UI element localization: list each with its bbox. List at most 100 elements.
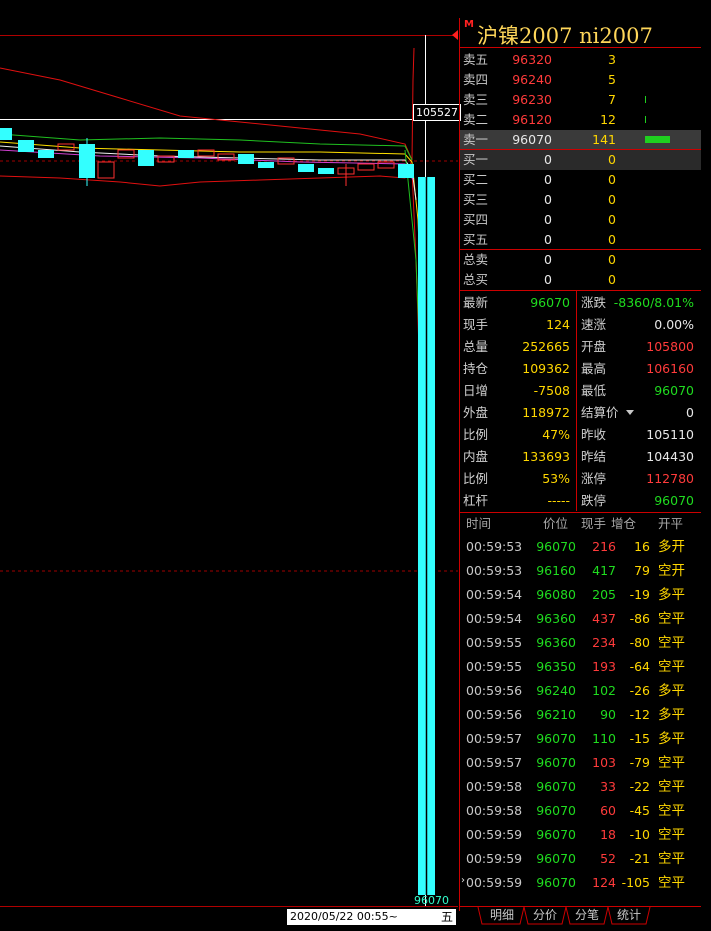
tick-change: -86: [629, 611, 650, 626]
tab-detail[interactable]: 明细: [480, 907, 524, 924]
stat-stats_right-6: 昨收 105110: [578, 424, 700, 446]
instrument-title: 沪镍2007 ni2007: [477, 24, 653, 48]
ticks-header-time: 时间: [466, 516, 492, 531]
tick-row[interactable]: 00:59:54 96080 205 -19 多平: [460, 583, 701, 607]
tick-volume: 417: [592, 563, 616, 578]
stat-label: 昨收: [581, 427, 607, 442]
market-marker: M: [464, 19, 474, 30]
tick-change: -19: [629, 587, 650, 602]
candle: [178, 150, 194, 158]
ticks-header: 时间 价位 现手 增仓 开平: [460, 512, 701, 536]
ask-row[interactable]: 卖二 96120 12: [460, 110, 701, 130]
ask-row[interactable]: 卖一 96070 141: [460, 130, 701, 150]
panel-collapse-icon[interactable]: [452, 30, 458, 40]
stat-label: 外盘: [463, 405, 489, 420]
stat-stats_left-8: 比例 53%: [460, 468, 576, 490]
settle-price-dropdown-icon[interactable]: [626, 410, 634, 415]
tick-volume: 437: [592, 611, 616, 626]
bid-row[interactable]: 买五 0 0: [460, 230, 701, 250]
row-volume: 141: [592, 132, 616, 147]
row-volume: 0: [608, 192, 616, 207]
total-row[interactable]: 总卖 0 0: [460, 250, 701, 270]
stat-label: 速涨: [581, 317, 607, 332]
tick-row[interactable]: 00:59:54 96360 437 -86 空平: [460, 607, 701, 631]
tick-time: 00:59:57: [466, 731, 523, 746]
stat-label: 涨停: [581, 471, 607, 486]
ask-row[interactable]: 卖四 96240 5: [460, 70, 701, 90]
tick-price: 96160: [536, 563, 576, 578]
tick-kind: 空平: [658, 875, 685, 891]
tab-statistics[interactable]: 统计: [608, 907, 650, 924]
depth-bar: [645, 116, 646, 123]
stat-value: 96070: [654, 383, 694, 398]
ask-row[interactable]: 卖三 96230 7: [460, 90, 701, 110]
stat-value: 96070: [654, 493, 694, 508]
tick-time: 00:59:59: [466, 851, 523, 866]
row-label: 总卖: [463, 252, 489, 267]
tick-volume: 193: [592, 659, 616, 674]
depth-bar: [645, 96, 646, 103]
tick-row[interactable]: 00:59:57 96070 103 -79 空平: [460, 751, 701, 775]
tick-price: 96360: [536, 611, 576, 626]
ask-row[interactable]: 卖五 96320 3: [460, 50, 701, 70]
stat-value: 0.00%: [654, 317, 694, 332]
tick-volume: 103: [592, 755, 616, 770]
tab-trades[interactable]: 分笔: [566, 907, 608, 924]
tick-row[interactable]: 00:59:57 96070 110 -15 多平: [460, 727, 701, 751]
ticks-header-kind: 开平: [658, 516, 684, 531]
tick-row[interactable]: 00:59:59 96070 18 -10 空平: [460, 823, 701, 847]
stat-stats_right-1: 速涨 0.00%: [578, 314, 700, 336]
tick-kind: 多平: [658, 587, 685, 603]
tick-change: 79: [634, 563, 650, 578]
tick-time: 00:59:58: [466, 803, 523, 818]
bid-row[interactable]: 买三 0 0: [460, 190, 701, 210]
row-label: 卖一: [463, 132, 489, 147]
tick-row[interactable]: 00:59:59 96070 124 -105 空平: [460, 871, 701, 895]
tick-row[interactable]: 00:59:59 96070 52 -21 空平: [460, 847, 701, 871]
tick-row[interactable]: 00:59:58 96070 60 -45 空平: [460, 799, 701, 823]
tick-row[interactable]: 00:59:58 96070 33 -22 空平: [460, 775, 701, 799]
bid-row[interactable]: 买四 0 0: [460, 210, 701, 230]
row-price: 96230: [512, 92, 552, 107]
stat-label: 结算价: [581, 405, 619, 420]
candle: [318, 168, 334, 174]
tick-row[interactable]: 00:59:55 96360 234 -80 空平: [460, 631, 701, 655]
bid-row[interactable]: 买二 0 0: [460, 170, 701, 190]
bid-row[interactable]: 买一 0 0: [460, 150, 701, 170]
tick-price: 96070: [536, 803, 576, 818]
row-price: 0: [544, 212, 552, 227]
tick-kind: 多平: [658, 731, 685, 747]
ticks-header-chg: 增仓: [610, 516, 636, 531]
tick-volume: 60: [600, 803, 616, 818]
tick-change: -45: [629, 803, 650, 818]
stat-label: 内盘: [463, 449, 489, 464]
tab-price-split[interactable]: 分价: [524, 907, 566, 924]
stat-label: 持仓: [463, 361, 489, 376]
row-volume: 3: [608, 52, 616, 67]
tick-change: -21: [629, 851, 650, 866]
stat-stats_right-5: 结算价 0: [578, 402, 700, 424]
tick-kind: 空平: [658, 779, 685, 795]
row-label: 买五: [463, 232, 489, 247]
tick-row[interactable]: 00:59:55 96350 193 -64 空平: [460, 655, 701, 679]
row-price: 0: [544, 272, 552, 287]
tick-row[interactable]: 00:59:56 96240 102 -26 多平: [460, 679, 701, 703]
scrollbar[interactable]: [703, 18, 711, 931]
tick-volume: 52: [600, 851, 616, 866]
row-price: 0: [544, 232, 552, 247]
candle: [138, 150, 154, 166]
tick-row[interactable]: 00:59:53 96160 417 79 空开: [460, 559, 701, 583]
row-volume: 0: [608, 232, 616, 247]
tick-row[interactable]: 00:59:53 96070 216 16 多开: [460, 535, 701, 559]
tick-time: 00:59:59: [466, 875, 523, 890]
row-volume: 5: [608, 72, 616, 87]
tick-volume: 33: [600, 779, 616, 794]
row-price: 96320: [512, 52, 552, 67]
tick-row[interactable]: 00:59:56 96210 90 -12 多平: [460, 703, 701, 727]
candle: [79, 144, 95, 178]
stat-label: 日增: [463, 383, 489, 398]
candlestick-chart[interactable]: [0, 0, 458, 910]
stat-stats_left-1: 现手 124: [460, 314, 576, 336]
ticks-header-price: 价位: [542, 516, 568, 531]
total-row[interactable]: 总买 0 0: [460, 270, 701, 290]
